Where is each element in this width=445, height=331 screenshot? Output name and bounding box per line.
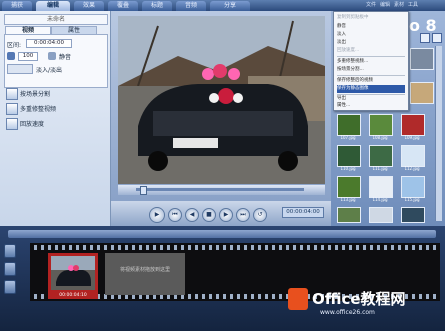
menu-item-fade-in[interactable]: 淡入 (337, 31, 405, 39)
mute-icon[interactable] (48, 52, 56, 60)
multi-trim-button[interactable]: 多重修整视频 (6, 103, 104, 115)
library-thumbnail[interactable] (337, 114, 361, 136)
menu-item-mute[interactable]: 静音 (337, 23, 405, 31)
library-thumbnail[interactable] (369, 145, 393, 167)
thumbnail-label: 114.jpg (372, 197, 388, 202)
drop-placeholder[interactable]: 将视频素材拖放到这里 (105, 253, 185, 295)
clip-thumbnail-image (51, 256, 95, 290)
duration-label: 区间: (7, 42, 22, 49)
menu-item-fade-out[interactable]: 淡出 (337, 39, 405, 47)
menu-item-playback-speed[interactable]: 回放速度... (337, 47, 405, 55)
volume-icon (7, 52, 15, 60)
library-add-icon[interactable] (432, 33, 442, 43)
tab-capture[interactable]: 捕获 (2, 1, 32, 11)
menu-item-export[interactable]: 导出 (337, 95, 405, 103)
home-button[interactable]: ⏮ (168, 208, 182, 222)
menu-edit[interactable]: 编辑 (380, 1, 390, 10)
clip-duration: 00:00:04:10 (59, 293, 87, 298)
wedding-car-image (118, 16, 325, 184)
menu-item-properties[interactable]: 属性... (337, 103, 405, 109)
library-thumbnail[interactable] (401, 176, 425, 198)
thumbnail-label: 107.jpg (340, 135, 356, 140)
tab-effect[interactable]: 效果 (74, 1, 104, 11)
library-thumbnail[interactable] (410, 82, 434, 104)
menu-item-save-still-image[interactable]: 保存为静态图像 (337, 85, 405, 93)
menu-separator (337, 75, 405, 76)
storyboard-view-icon[interactable] (4, 244, 16, 258)
timecode-display[interactable]: 00:00:04:00 (282, 207, 324, 218)
multi-trim-label: 多重修整视频 (20, 106, 57, 113)
multi-trim-icon (6, 103, 18, 115)
audio-view-icon[interactable] (4, 280, 16, 294)
tab-edit[interactable]: 编辑 (36, 1, 70, 11)
library-thumbnail[interactable] (401, 114, 425, 136)
menu-item-copy-clipboard[interactable]: 复制到剪贴板中 (337, 14, 405, 22)
prev-frame-button[interactable]: ◀ (185, 208, 199, 222)
video-preview (118, 16, 325, 184)
split-by-scene-button[interactable]: 按场景分割 (6, 88, 104, 100)
thumbnail-label: 115.jpg (404, 197, 420, 202)
thumbnail-label: 108.jpg (372, 135, 388, 140)
thumbnail-label: 110.jpg (340, 166, 356, 171)
fade-buttons[interactable] (7, 64, 33, 74)
library-thumbnail[interactable] (369, 207, 393, 223)
thumbnail-label: 111.jpg (372, 166, 388, 171)
play-button[interactable]: ▶ (149, 207, 165, 223)
playback-speed-button[interactable]: 回放速度 (6, 118, 104, 130)
library-thumbnail[interactable] (401, 145, 425, 167)
office-logo-icon (288, 288, 308, 310)
thumbnail-label: 112.jpg (404, 166, 420, 171)
library-scrollbar[interactable] (435, 46, 442, 221)
timeline-toolbar (8, 230, 436, 238)
duration-field[interactable]: 0:00:04:00 (26, 39, 72, 48)
scrub-bar[interactable] (118, 185, 325, 195)
menu-item-multi-trim[interactable]: 多重修整视频... (337, 58, 405, 66)
film-perforation-top (30, 245, 440, 250)
watermark-text: Office教程网 (312, 290, 406, 308)
playback-speed-icon (6, 118, 18, 130)
tab-title[interactable]: 标题 (142, 1, 172, 11)
menu-separator (337, 56, 405, 57)
volume-field[interactable]: 100 (18, 52, 38, 61)
stop-button[interactable]: ■ (202, 208, 216, 222)
library-thumbnail[interactable] (337, 207, 361, 223)
end-button[interactable]: ⏭ (236, 208, 250, 222)
next-frame-button[interactable]: ▶ (219, 208, 233, 222)
menu-item-split-scene[interactable]: 按场景分割... (337, 66, 405, 74)
split-scene-icon (6, 88, 18, 100)
library-thumbnail[interactable] (410, 48, 434, 70)
thumbnail-label: 109.jpg (404, 135, 420, 140)
playback-speed-label: 回放速度 (20, 121, 45, 128)
library-thumbnail[interactable] (369, 114, 393, 136)
scrub-track (136, 188, 304, 191)
placeholder-text: 将视频素材拖放到这里 (119, 267, 170, 273)
tab-audio[interactable]: 音频 (176, 1, 206, 11)
fade-label: 淡入/淡出 (36, 67, 63, 74)
tab-share[interactable]: 分享 (210, 1, 250, 11)
menu-clip[interactable]: 素材 (394, 1, 404, 10)
thumbnail-label: 113.jpg (340, 197, 356, 202)
menu-item-save-trimmed[interactable]: 保存修整后的视频 (337, 77, 405, 85)
menu-tools[interactable]: 工具 (408, 1, 418, 10)
library-option-icon[interactable] (420, 33, 430, 43)
library-thumbnail[interactable] (369, 176, 393, 198)
split-by-scene-label: 按场景分割 (20, 91, 51, 98)
library-thumbnail[interactable] (337, 145, 361, 167)
scrub-handle[interactable] (140, 186, 147, 195)
mute-label: 静音 (59, 54, 72, 61)
tab-overlay[interactable]: 覆叠 (108, 1, 138, 11)
menu-file[interactable]: 文件 (366, 1, 376, 10)
repeat-button[interactable]: ↺ (253, 208, 267, 222)
context-menu: 复制到剪贴板中 静音 淡入 淡出 回放速度... 多重修整视频... 按场景分割… (333, 11, 409, 111)
timeline-view-icon[interactable] (4, 262, 16, 276)
library-thumbnail[interactable] (401, 207, 425, 223)
watermark-url: www.office26.com (320, 309, 375, 316)
library-thumbnail[interactable] (337, 176, 361, 198)
clip-name-field[interactable]: 未命名 (4, 14, 108, 25)
clip-thumbnail (51, 256, 95, 290)
